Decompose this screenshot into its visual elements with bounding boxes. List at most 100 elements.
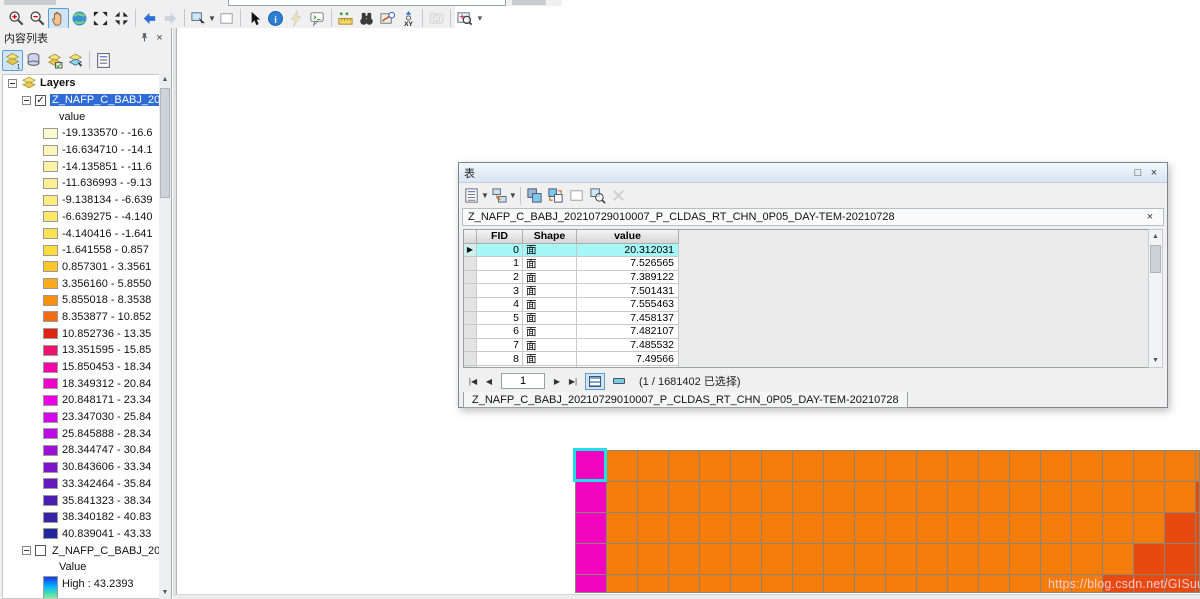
cell-value[interactable]: 20.312031 bbox=[577, 243, 679, 258]
legend-swatch[interactable] bbox=[43, 461, 58, 473]
layers-group-row[interactable]: Layers bbox=[3, 75, 159, 92]
grid-cell[interactable] bbox=[948, 575, 978, 592]
legend-item[interactable]: -16.634710 - -14.1 bbox=[3, 142, 159, 159]
grid-cell[interactable] bbox=[638, 482, 668, 512]
grid-cell[interactable] bbox=[886, 451, 916, 481]
grid-cell[interactable] bbox=[855, 513, 885, 543]
grid-cell[interactable] bbox=[669, 513, 699, 543]
grid-cell[interactable] bbox=[886, 575, 916, 592]
table-row[interactable]: 8 面 7.49566 bbox=[464, 352, 1148, 366]
select-elements-tool[interactable] bbox=[244, 8, 265, 29]
pan-tool[interactable] bbox=[48, 7, 69, 29]
legend-swatch[interactable] bbox=[43, 261, 58, 273]
column-header-fid[interactable]: FID bbox=[477, 230, 523, 244]
grid-cell[interactable] bbox=[731, 575, 761, 592]
legend-swatch[interactable] bbox=[43, 161, 58, 173]
scroll-down-icon[interactable]: ▼ bbox=[1149, 354, 1162, 367]
last-record-button[interactable]: ▶| bbox=[565, 373, 581, 389]
cell-fid[interactable]: 3 bbox=[477, 284, 523, 298]
cell-value[interactable]: 7.536027 bbox=[577, 365, 679, 367]
legend-item[interactable]: 8.353877 - 10.852 bbox=[3, 309, 159, 326]
grid-cell[interactable] bbox=[824, 482, 854, 512]
cell-value[interactable]: 7.485532 bbox=[577, 338, 679, 353]
current-record-input[interactable] bbox=[501, 373, 545, 389]
close-icon[interactable]: × bbox=[152, 30, 167, 45]
cell-shape[interactable]: 面 bbox=[523, 297, 577, 312]
grid-cell[interactable] bbox=[1134, 451, 1164, 481]
legend-item[interactable]: 10.852736 - 13.35 bbox=[3, 325, 159, 342]
grid-cell[interactable] bbox=[979, 451, 1009, 481]
scrollbar-thumb[interactable] bbox=[160, 88, 170, 198]
row-selector[interactable] bbox=[464, 325, 477, 339]
legend-item[interactable]: 15.850453 - 18.34 bbox=[3, 359, 159, 376]
grid-cell[interactable] bbox=[1041, 544, 1071, 574]
clear-selection-button[interactable] bbox=[566, 185, 587, 206]
html-popup-tool[interactable] bbox=[307, 8, 328, 29]
zoom-in-tool[interactable] bbox=[6, 8, 27, 29]
column-header-shape[interactable]: Shape bbox=[523, 230, 577, 244]
cell-shape[interactable]: 面 bbox=[523, 325, 577, 339]
grid-cell[interactable] bbox=[948, 482, 978, 512]
legend-item[interactable]: 33.342464 - 35.84 bbox=[3, 476, 159, 493]
grid-cell[interactable] bbox=[1041, 451, 1071, 481]
grid-cell[interactable] bbox=[638, 575, 668, 592]
legend-item[interactable]: 18.349312 - 20.84 bbox=[3, 375, 159, 392]
row-selector[interactable] bbox=[464, 338, 477, 353]
row-selector[interactable] bbox=[464, 365, 477, 367]
grid-cell[interactable] bbox=[1010, 451, 1040, 481]
hyperlink-tool[interactable] bbox=[286, 8, 307, 29]
zoom-to-selected-button[interactable] bbox=[587, 185, 608, 206]
row-selector[interactable] bbox=[464, 297, 477, 312]
row-selector[interactable] bbox=[464, 257, 477, 271]
measure-tool[interactable] bbox=[335, 8, 356, 29]
grid-cell[interactable] bbox=[1165, 451, 1195, 481]
delete-selected-button[interactable] bbox=[608, 185, 629, 206]
identify-tool[interactable]: i bbox=[265, 8, 286, 29]
select-features-tool[interactable] bbox=[188, 8, 209, 29]
legend-item[interactable]: 3.356160 - 5.8550 bbox=[3, 275, 159, 292]
related-tables-button[interactable] bbox=[489, 185, 510, 206]
grid-cell[interactable] bbox=[824, 451, 854, 481]
table-row[interactable]: 5 面 7.458137 bbox=[464, 311, 1148, 326]
legend-item[interactable]: 25.845888 - 28.34 bbox=[3, 425, 159, 442]
cell-fid[interactable]: 5 bbox=[477, 311, 523, 326]
grid-cell[interactable] bbox=[576, 544, 606, 574]
grid-cell[interactable] bbox=[607, 544, 637, 574]
row-selector[interactable] bbox=[464, 311, 477, 326]
legend-swatch[interactable] bbox=[43, 311, 58, 323]
cell-fid[interactable]: 1 bbox=[477, 257, 523, 271]
raster-polygon-grid[interactable] bbox=[575, 450, 1200, 593]
legend-item[interactable]: 35.841323 - 38.34 bbox=[3, 492, 159, 509]
go-forward-extent-button[interactable] bbox=[160, 8, 181, 29]
legend-item[interactable]: 40.839041 - 43.33 bbox=[3, 526, 159, 543]
grid-cell[interactable] bbox=[824, 575, 854, 592]
grid-cell[interactable] bbox=[1072, 513, 1102, 543]
grid-cell[interactable] bbox=[669, 544, 699, 574]
legend-item[interactable]: -19.133570 - -16.6 bbox=[3, 125, 159, 142]
grid-cell[interactable] bbox=[1103, 451, 1133, 481]
grid-cell[interactable] bbox=[576, 575, 606, 592]
cell-shape[interactable]: 面 bbox=[523, 365, 577, 367]
toc-options-button[interactable] bbox=[93, 50, 114, 71]
panel-splitter[interactable] bbox=[173, 28, 177, 599]
layer1-name[interactable]: Z_NAFP_C_BABJ_202 bbox=[50, 94, 159, 107]
cell-shape[interactable]: 面 bbox=[523, 311, 577, 326]
scroll-up-icon[interactable]: ▲ bbox=[1149, 230, 1162, 243]
legend-item[interactable]: 38.340182 - 40.83 bbox=[3, 509, 159, 526]
table-options-button[interactable] bbox=[461, 185, 482, 206]
grid-cell[interactable] bbox=[917, 482, 947, 512]
legend-item[interactable]: -11.636993 - -9.13 bbox=[3, 175, 159, 192]
grid-cell[interactable] bbox=[731, 513, 761, 543]
layer2-checkbox[interactable] bbox=[35, 545, 46, 557]
legend-swatch[interactable] bbox=[43, 328, 58, 340]
collapse-icon[interactable] bbox=[8, 78, 17, 88]
grid-cell[interactable] bbox=[1165, 544, 1195, 574]
first-record-button[interactable]: |◀ bbox=[465, 373, 481, 389]
legend-swatch[interactable] bbox=[43, 144, 58, 156]
table-row[interactable]: 9面7.536027 bbox=[464, 365, 1148, 367]
zoom-out-tool[interactable] bbox=[27, 8, 48, 29]
grid-cell[interactable] bbox=[1010, 575, 1040, 592]
grid-cell[interactable] bbox=[824, 544, 854, 574]
grid-cell[interactable] bbox=[576, 451, 606, 481]
cell-value[interactable]: 7.526565 bbox=[577, 257, 679, 271]
